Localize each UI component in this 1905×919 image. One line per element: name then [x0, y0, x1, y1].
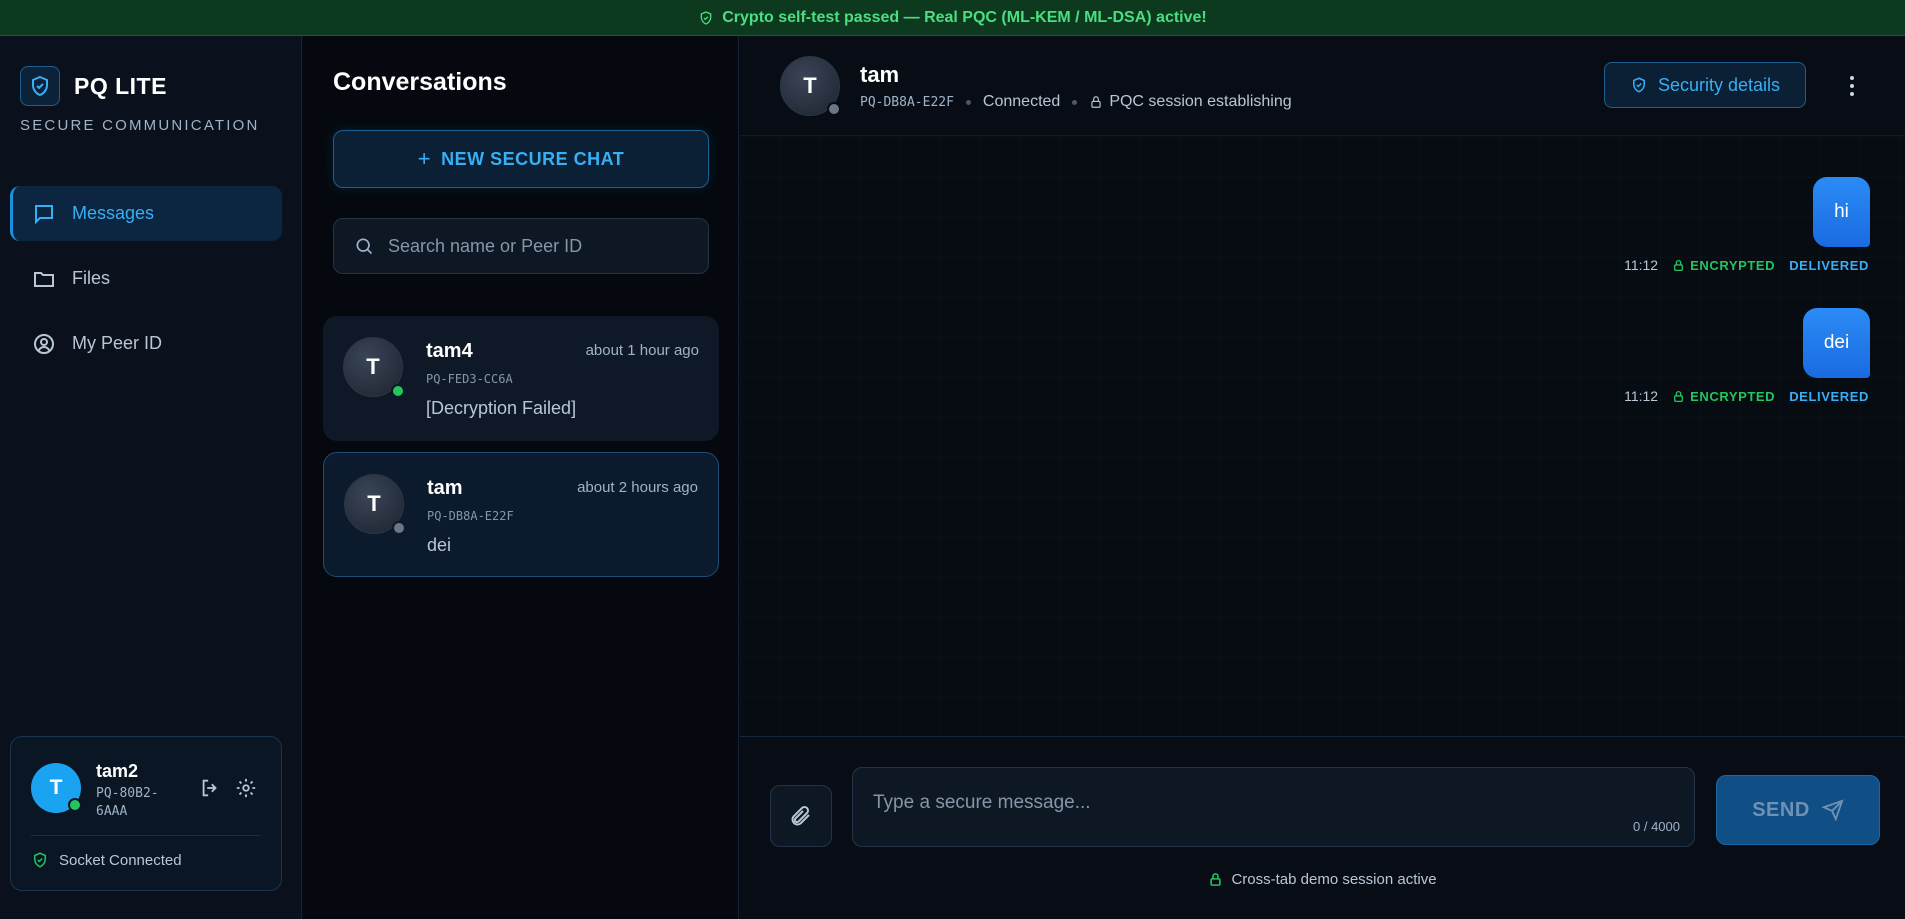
connection-status: Connected	[982, 93, 1061, 110]
avatar: T	[780, 56, 841, 116]
offline-status-dot	[827, 102, 841, 116]
conversation-item-tam[interactable]: T tam about 2 hours ago PQ-DB8A-E22F dei	[323, 452, 719, 577]
security-details-button[interactable]: Security details	[1604, 62, 1806, 108]
composer: 0 / 4000 SEND Cross-tab demo session act…	[740, 736, 1905, 919]
message-input[interactable]	[873, 792, 1653, 814]
message-icon	[35, 204, 53, 224]
user-circle-icon	[34, 333, 54, 354]
paperclip-icon	[791, 805, 810, 826]
gear-icon[interactable]	[235, 777, 257, 799]
conversation-item-tam4[interactable]: T tam4 about 1 hour ago PQ-FED3-CC6A [De…	[323, 316, 719, 441]
search-box	[333, 218, 709, 274]
session-note: Cross-tab demo session active	[740, 871, 1905, 888]
separator-dot	[1072, 99, 1078, 105]
attach-button[interactable]	[770, 785, 832, 847]
shield-check-icon	[34, 852, 46, 868]
conversation-preview: dei	[427, 535, 452, 555]
conversations-panel: Conversations + NEW SECURE CHAT T tam4 a…	[303, 36, 739, 919]
plus-icon: +	[417, 146, 432, 171]
chat-header: T tam PQ-DB8A-E22F Connected PQC session…	[740, 36, 1905, 136]
search-input[interactable]	[388, 235, 688, 257]
message-meta: 11:12 ENCRYPTED DELIVERED	[1624, 257, 1869, 273]
conversation-peer-id: PQ-FED3-CC6A	[426, 372, 513, 386]
chat-panel: T tam PQ-DB8A-E22F Connected PQC session…	[740, 36, 1905, 919]
sidebar-item-messages[interactable]: Messages	[10, 186, 282, 241]
conversation-time: about 2 hours ago	[577, 479, 698, 496]
sidebar-item-label: My Peer ID	[72, 333, 163, 353]
avatar: T	[344, 474, 406, 535]
character-counter: 0 / 4000	[1633, 819, 1680, 834]
message-meta: 11:12 ENCRYPTED DELIVERED	[1624, 388, 1869, 404]
logout-icon[interactable]	[199, 777, 221, 799]
message-bubble: hi	[1813, 177, 1870, 247]
separator-dot	[965, 99, 971, 105]
shield-logo-icon	[20, 66, 60, 106]
more-options-icon[interactable]	[1840, 72, 1864, 100]
divider	[31, 835, 261, 836]
online-status-dot	[391, 384, 405, 398]
message-bubble: dei	[1803, 308, 1870, 378]
sidebar-item-peer-id[interactable]: My Peer ID	[10, 316, 282, 371]
delivery-status: DELIVERED	[1789, 257, 1869, 273]
sidebar-item-label: Files	[72, 268, 111, 288]
user-peer-id: PQ-80B2-6AAA	[96, 786, 159, 819]
conversation-peer-id: PQ-DB8A-E22F	[427, 509, 514, 523]
lock-icon	[1674, 390, 1684, 402]
user-actions	[199, 777, 257, 799]
lock-icon	[1674, 259, 1684, 271]
encrypted-badge: ENCRYPTED	[1672, 389, 1775, 404]
avatar: T	[31, 763, 82, 813]
socket-status: Socket Connected	[31, 851, 182, 869]
conversation-name: tam	[427, 477, 463, 499]
lock-icon	[1091, 96, 1101, 108]
encrypted-badge: ENCRYPTED	[1672, 258, 1775, 273]
crypto-status-banner: Crypto self-test passed — Real PQC (ML-K…	[0, 0, 1905, 36]
session-status: PQC session establishing	[1089, 93, 1292, 111]
send-icon	[1821, 799, 1844, 821]
send-button[interactable]: SEND	[1716, 775, 1880, 845]
message-input-box: 0 / 4000	[852, 767, 1695, 847]
user-card: T tam2 PQ-80B2-6AAA Socket Connected	[10, 736, 282, 891]
chat-meta: PQ-DB8A-E22F Connected PQC session estab…	[860, 93, 1292, 111]
brand-name: PQ LITE	[74, 72, 167, 99]
search-icon	[356, 238, 373, 255]
avatar: T	[343, 337, 405, 398]
folder-icon	[34, 271, 54, 287]
offline-status-dot	[392, 521, 406, 535]
online-status-dot	[68, 798, 82, 812]
conversation-preview: [Decryption Failed]	[426, 398, 577, 418]
sidebar-item-files[interactable]: Files	[10, 251, 282, 306]
sidebar: PQ LITE SECURE COMMUNICATION Messages Fi…	[0, 36, 302, 919]
brand: PQ LITE	[20, 66, 167, 106]
lock-icon	[1210, 873, 1222, 886]
shield-check-icon	[1632, 77, 1645, 93]
conversation-name: tam4	[426, 340, 473, 362]
chat-contact-name: tam	[860, 62, 900, 87]
delivery-status: DELIVERED	[1789, 388, 1869, 404]
conversation-time: about 1 hour ago	[585, 342, 699, 359]
banner-text: Crypto self-test passed — Real PQC (ML-K…	[722, 8, 1207, 26]
new-secure-chat-button[interactable]: + NEW SECURE CHAT	[333, 130, 709, 188]
user-name: tam2	[96, 761, 139, 781]
sidebar-nav: Messages Files My Peer ID	[10, 186, 282, 381]
message-list: hi 11:12 ENCRYPTED DELIVERED dei 11:12 E…	[740, 137, 1905, 735]
chat-peer-id: PQ-DB8A-E22F	[860, 94, 954, 110]
sidebar-item-label: Messages	[72, 203, 155, 223]
shield-check-icon	[700, 10, 712, 25]
brand-subtitle: SECURE COMMUNICATION	[20, 117, 260, 134]
conversations-title: Conversations	[333, 68, 507, 96]
